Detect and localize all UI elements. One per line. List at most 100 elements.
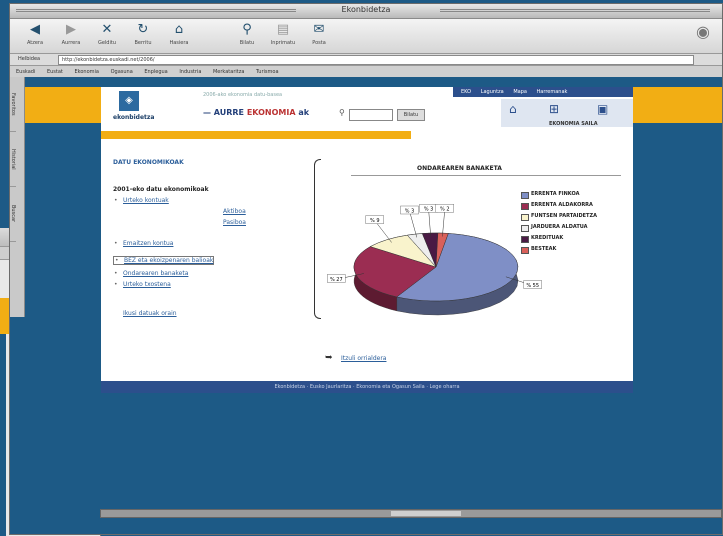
pie-label-box (365, 215, 384, 224)
pie-slice-side (407, 233, 423, 250)
horizontal-scrollbar[interactable] (100, 509, 722, 518)
nav-item[interactable]: Laguntza (481, 89, 504, 95)
legend-item: BESTEAK (521, 246, 597, 257)
site-logo-icon[interactable]: ◈ (119, 91, 139, 111)
legend-item: ERRENTA ALDAKORRA (521, 202, 597, 213)
pie-slice (421, 232, 439, 268)
mail-button[interactable]: ✉ Posta (302, 22, 336, 47)
menu-item[interactable]: Ikusi datuak orain (113, 310, 303, 317)
legend-label: JARDUERA ALDATUA (531, 224, 588, 230)
link-item[interactable]: Eustat (47, 69, 63, 75)
forward-button[interactable]: ▶ Aurrera (54, 22, 88, 47)
pie-slice-side (396, 233, 519, 316)
forward-icon: ▶ (66, 22, 76, 37)
menu-item[interactable]: Emaitzen kontua (113, 240, 303, 247)
link-item[interactable]: Ekonomia (74, 69, 99, 75)
site-logo-text: ekonbidetza (113, 114, 155, 121)
site-search-input[interactable] (349, 109, 393, 121)
menu-item[interactable]: Aktiboa (113, 208, 303, 215)
page-footer-bar: Ekonbidetza · Eusko Jaurlaritza · Ekonom… (101, 381, 633, 393)
pie-slice-label: % 55 (526, 283, 539, 289)
legend-swatch (521, 214, 529, 221)
pie-label-leader (374, 220, 392, 243)
pie-label-leader (409, 210, 418, 238)
aurrebi-highlight: EKONOMIA (246, 108, 296, 117)
pie-slice-side (422, 232, 439, 248)
pie-slice (353, 246, 437, 298)
chart-title: ONDAREAREN BANAKETA (417, 165, 502, 172)
site-header: ◈ ekonbidetza 2006-ako ekonomia datu-bas… (101, 87, 633, 137)
menu-item[interactable]: Urteko kontuak (113, 197, 303, 204)
pie-label-leader (505, 276, 533, 286)
arrow-icon: ➥ (325, 353, 333, 363)
pie-slice-label: % 3 (405, 209, 415, 215)
site-tagline: 2006-ako ekonomia datu-basea (203, 92, 283, 98)
refresh-button[interactable]: ↻ Berritu (126, 22, 160, 47)
search-button[interactable]: ⚲ Bilatu (230, 22, 264, 47)
legend-swatch (521, 236, 529, 243)
throbber: ◉ (686, 22, 720, 41)
pie-label-box (327, 274, 346, 283)
legend-item: FUNTSEN PARTAIDETZA (521, 213, 597, 224)
page-viewport: ◈ ekonbidetza 2006-ako ekonomia datu-bas… (25, 77, 722, 509)
link-item[interactable]: Enplegua (144, 69, 167, 75)
legend-label: KREDITUAK (531, 235, 564, 241)
pie-slice-label: % 27 (330, 277, 343, 283)
nav-item[interactable]: EKO (461, 89, 471, 95)
legend-swatch (521, 192, 529, 199)
scroll-thumb[interactable] (391, 511, 461, 516)
pie-slice (369, 234, 437, 268)
pie-slice (396, 233, 519, 302)
legend-swatch (521, 247, 529, 254)
link-item[interactable]: Industria (179, 69, 201, 75)
background-window-page (0, 334, 6, 536)
link-item[interactable]: Ogasuna (111, 69, 133, 75)
stop-button[interactable]: ✕ Gelditu (90, 23, 124, 47)
pie-slice-label: % 2 (440, 207, 450, 213)
menu-item[interactable]: Pasiboa (113, 219, 303, 226)
pie-label-box (435, 203, 454, 213)
pie-label-box (400, 205, 419, 215)
print-button[interactable]: ▤ Inprimatu (266, 23, 300, 47)
site-search-button[interactable]: Bilatu (397, 109, 425, 121)
menu-item[interactable]: BEZ eta ekoizpenaren balioak (113, 256, 215, 265)
link-item[interactable]: Turismoa (256, 69, 279, 75)
address-input[interactable]: http://ekonbidetza.euskadi.net/2006/ (58, 55, 694, 65)
pie-slice-side (437, 232, 449, 248)
home-nav-icon[interactable]: ⌂ (509, 102, 517, 116)
browser-window[interactable]: Ekonbidetza ◀ Atzera ▶ Aurrera ✕ Gelditu ↻ B… (9, 3, 723, 535)
link-item[interactable]: Euskadi (16, 69, 35, 75)
toolbar: ◀ Atzera ▶ Aurrera ✕ Gelditu ↻ Berritu ⌂ Hasi… (10, 19, 722, 54)
pie-label-leader (336, 273, 364, 280)
legend-item: KREDITUAK (521, 235, 597, 246)
menu-item[interactable]: Urteko txostena (113, 281, 303, 288)
title-bar[interactable]: Ekonbidetza (10, 4, 722, 19)
nav-item[interactable]: Mapa (513, 89, 527, 95)
refresh-icon: ↻ (137, 22, 149, 37)
contact-icon[interactable]: ▣ (597, 102, 608, 116)
nav-item[interactable]: Harremanak (537, 89, 568, 95)
browser-logo-icon: ◉ (696, 22, 710, 41)
back-button[interactable]: ◀ Atzera (18, 23, 52, 47)
pie-slice-side (353, 246, 397, 312)
aurrebi-prefix: — AURRE (203, 108, 245, 117)
mail-icon: ✉ (313, 22, 325, 37)
legend-label: ERRENTA ALDAKORRA (531, 202, 593, 208)
link-item[interactable]: Merkataritza (213, 69, 244, 75)
legend-swatch (521, 203, 529, 210)
footer-link[interactable]: Itzuli orrialdera (341, 355, 386, 362)
sitemap-icon[interactable]: ⊞ (549, 102, 559, 116)
sidebar-tab-search[interactable]: Buscar (10, 187, 16, 242)
search-icon: ⚲ (242, 22, 252, 37)
pie-label-box (419, 203, 438, 213)
pie-slice (435, 232, 449, 268)
legend-label: BESTEAK (531, 246, 557, 252)
chart-legend: ERRENTA FINKOA ERRENTA ALDAKORRA FUNTSEN P… (521, 191, 597, 257)
home-button[interactable]: ⌂ Hasiera (162, 23, 196, 47)
sidebar-tab-history[interactable]: Historial (10, 132, 16, 187)
left-menu: DATU EKONOMIKOAK 2001-eko datu ekonomiko… (113, 159, 303, 317)
legend-item: ERRENTA FINKOA (521, 191, 597, 202)
sidebar-tab-favorites[interactable]: Favoritos (10, 77, 16, 132)
pie-label-leader (428, 209, 431, 237)
menu-item[interactable]: Ondarearen banaketa (113, 270, 303, 277)
